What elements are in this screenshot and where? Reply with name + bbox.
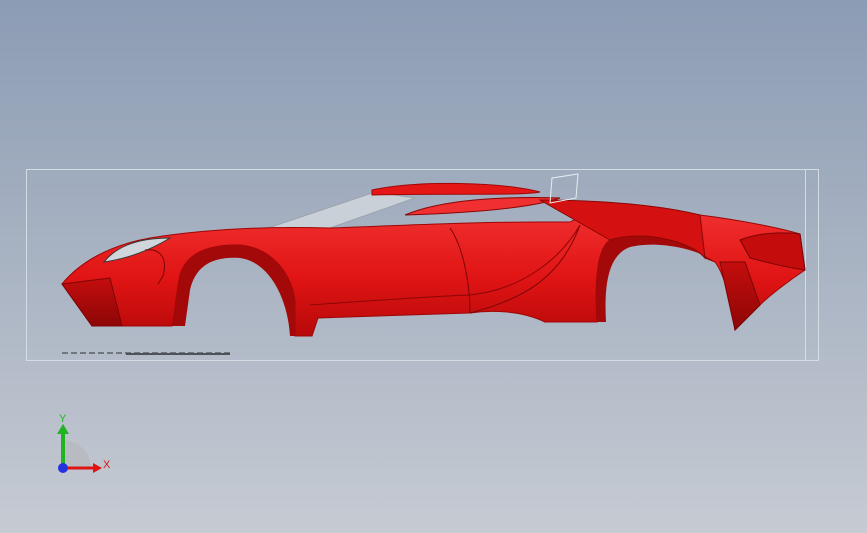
- roof: [371, 182, 541, 196]
- triad-plane: [63, 440, 91, 468]
- y-axis-label: Y: [59, 413, 67, 425]
- reference-triad[interactable]: Y X: [50, 410, 120, 480]
- x-axis-label: X: [103, 459, 111, 471]
- y-arrowhead: [57, 424, 69, 434]
- graphics-viewport[interactable]: Y X: [0, 0, 867, 533]
- car-body-model[interactable]: [0, 0, 867, 533]
- side-window: [404, 197, 561, 216]
- z-axis-dot: [58, 463, 68, 473]
- windshield: [267, 191, 416, 229]
- x-arrowhead: [93, 463, 102, 473]
